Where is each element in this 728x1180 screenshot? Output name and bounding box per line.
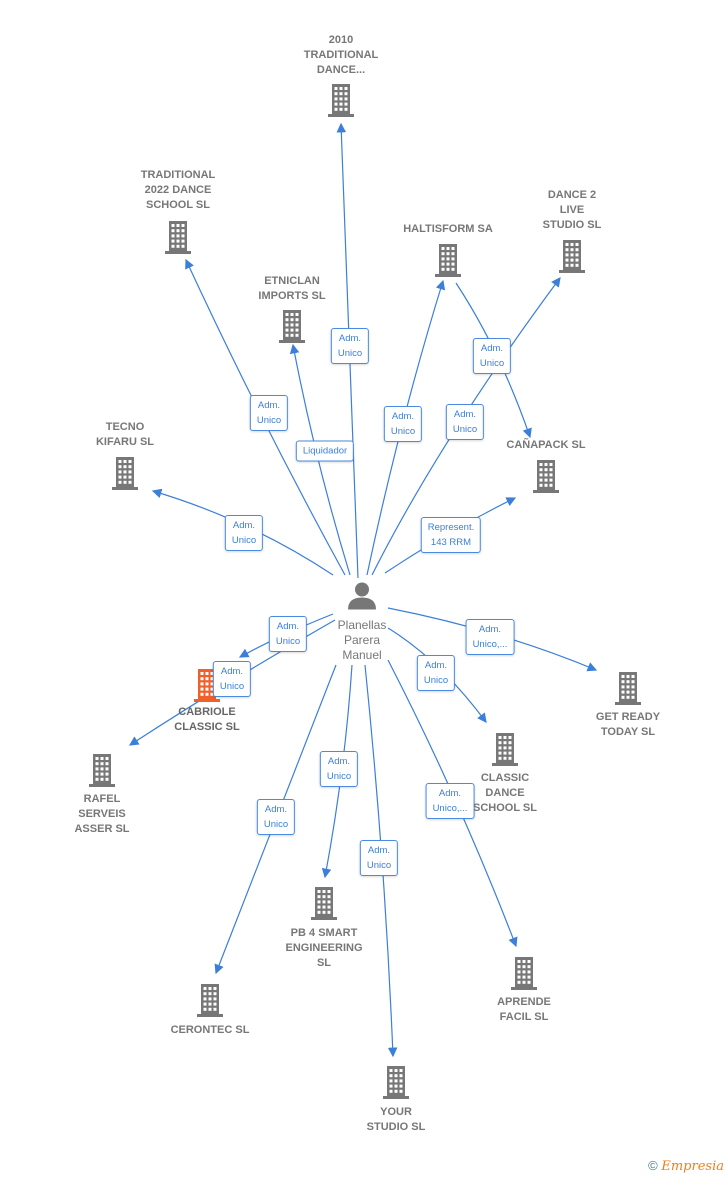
building-icon[interactable]: [532, 459, 560, 493]
company-name-line: ETNICLAN: [264, 275, 320, 287]
edge-role-label[interactable]: Adm. Unico: [212, 661, 252, 697]
company-name-line: GET READY: [595, 711, 661, 723]
company-name-line: APRENDE: [497, 996, 551, 1008]
company-name-line: FACIL SL: [499, 1011, 549, 1023]
company-name-line: CAÑAPACK SL: [506, 439, 586, 451]
company-name-line: CLASSIC SL: [174, 721, 240, 733]
company-name-line: TRADITIONAL: [303, 49, 379, 61]
building-icon[interactable]: [558, 239, 586, 273]
building-icon[interactable]: [196, 983, 224, 1017]
edge-role-label[interactable]: Adm. Unico: [319, 751, 359, 787]
building-icon[interactable]: [278, 309, 306, 343]
company-name-line: YOUR: [380, 1106, 412, 1118]
edge-role-label[interactable]: Adm. Unico,...: [425, 783, 475, 819]
company-name-line: CABRIOLE: [178, 706, 236, 718]
edge-role-label[interactable]: Adm. Unico: [256, 799, 296, 835]
edge-role-label[interactable]: Adm. Unico: [224, 515, 264, 551]
edge-role-label[interactable]: Adm. Unico: [445, 404, 485, 440]
company-name-line: DANCE...: [316, 64, 366, 76]
company-name-line: TECNO: [105, 421, 145, 433]
edge-role-label[interactable]: Adm. Unico: [359, 840, 399, 876]
company-node-label[interactable]: YOUR STUDIO SL: [367, 1105, 426, 1135]
company-name-line: TODAY SL: [600, 726, 656, 738]
edge-role-label[interactable]: Liquidador: [295, 440, 355, 462]
company-name-line: PB 4 SMART: [290, 927, 358, 939]
building-icon[interactable]: [111, 456, 139, 490]
building-icon[interactable]: [510, 956, 538, 990]
company-node-label[interactable]: RAFEL SERVEIS ASSER SL: [74, 792, 129, 837]
company-node-label[interactable]: CAÑAPACK SL: [506, 438, 585, 453]
company-name-line: IMPORTS SL: [258, 290, 326, 302]
building-icon[interactable]: [164, 220, 192, 254]
building-icon[interactable]: [382, 1065, 410, 1099]
company-name-line: STUDIO SL: [366, 1121, 426, 1133]
company-node-label[interactable]: TECNO KIFARU SL: [96, 420, 154, 450]
company-name-line: DANCE 2: [547, 189, 597, 201]
building-icon[interactable]: [434, 243, 462, 277]
company-node-label[interactable]: CABRIOLE CLASSIC SL: [174, 705, 239, 735]
company-name-line: DANCE: [485, 787, 525, 799]
edge-role-label[interactable]: Adm. Unico,...: [465, 619, 515, 655]
footer-brand: © Empresia: [648, 1158, 724, 1174]
company-name-line: CLASSIC: [480, 772, 530, 784]
building-icon[interactable]: [310, 886, 338, 920]
edge-role-label[interactable]: Adm. Unico: [383, 406, 423, 442]
building-icon[interactable]: [491, 732, 519, 766]
company-name-line: RAFEL: [83, 793, 121, 805]
company-node-label[interactable]: 2010 TRADITIONAL DANCE...: [304, 33, 379, 78]
center-person-name[interactable]: Planellas Parera Manuel: [338, 618, 387, 663]
company-node-label[interactable]: CERONTEC SL: [171, 1023, 250, 1038]
edge-role-label[interactable]: Adm. Unico: [472, 338, 512, 374]
company-name-line: SCHOOL SL: [473, 802, 537, 814]
building-icon[interactable]: [88, 753, 116, 787]
company-name-line: TRADITIONAL: [140, 169, 216, 181]
company-name-line: SCHOOL SL: [146, 199, 210, 211]
company-node-label[interactable]: HALTISFORM SA: [403, 222, 493, 237]
company-node-label[interactable]: APRENDE FACIL SL: [497, 995, 551, 1025]
company-node-label[interactable]: DANCE 2 LIVE STUDIO SL: [543, 188, 602, 233]
company-node-label[interactable]: ETNICLAN IMPORTS SL: [258, 274, 325, 304]
edge-role-label[interactable]: Represent. 143 RRM: [420, 517, 482, 553]
building-icon[interactable]: [327, 83, 355, 117]
company-name-line: 2010: [328, 34, 354, 46]
company-name-line: SL: [316, 957, 332, 969]
company-node-label[interactable]: GET READY TODAY SL: [596, 710, 660, 740]
company-name-line: STUDIO SL: [542, 219, 602, 231]
company-name-line: KIFARU SL: [95, 436, 155, 448]
company-name-line: CERONTEC SL: [170, 1024, 250, 1036]
company-name-line: LIVE: [559, 204, 585, 216]
company-name-line: HALTISFORM SA: [403, 223, 493, 235]
edge-role-label[interactable]: Adm. Unico: [249, 395, 289, 431]
company-node-label[interactable]: CLASSIC DANCE SCHOOL SL: [473, 771, 537, 816]
company-name-line: ENGINEERING: [285, 942, 363, 954]
company-name-line: SERVEIS: [78, 808, 126, 820]
company-name-line: 2022 DANCE: [144, 184, 212, 196]
building-icon[interactable]: [614, 671, 642, 705]
edge-role-label[interactable]: Adm. Unico: [416, 655, 456, 691]
edge-role-label[interactable]: Adm. Unico: [330, 328, 370, 364]
company-name-line: ASSER SL: [74, 823, 130, 835]
edge-role-label[interactable]: Adm. Unico: [268, 616, 308, 652]
company-node-label[interactable]: PB 4 SMART ENGINEERING SL: [285, 926, 362, 971]
company-node-label[interactable]: TRADITIONAL 2022 DANCE SCHOOL SL: [141, 168, 216, 213]
person-icon[interactable]: [347, 581, 377, 616]
